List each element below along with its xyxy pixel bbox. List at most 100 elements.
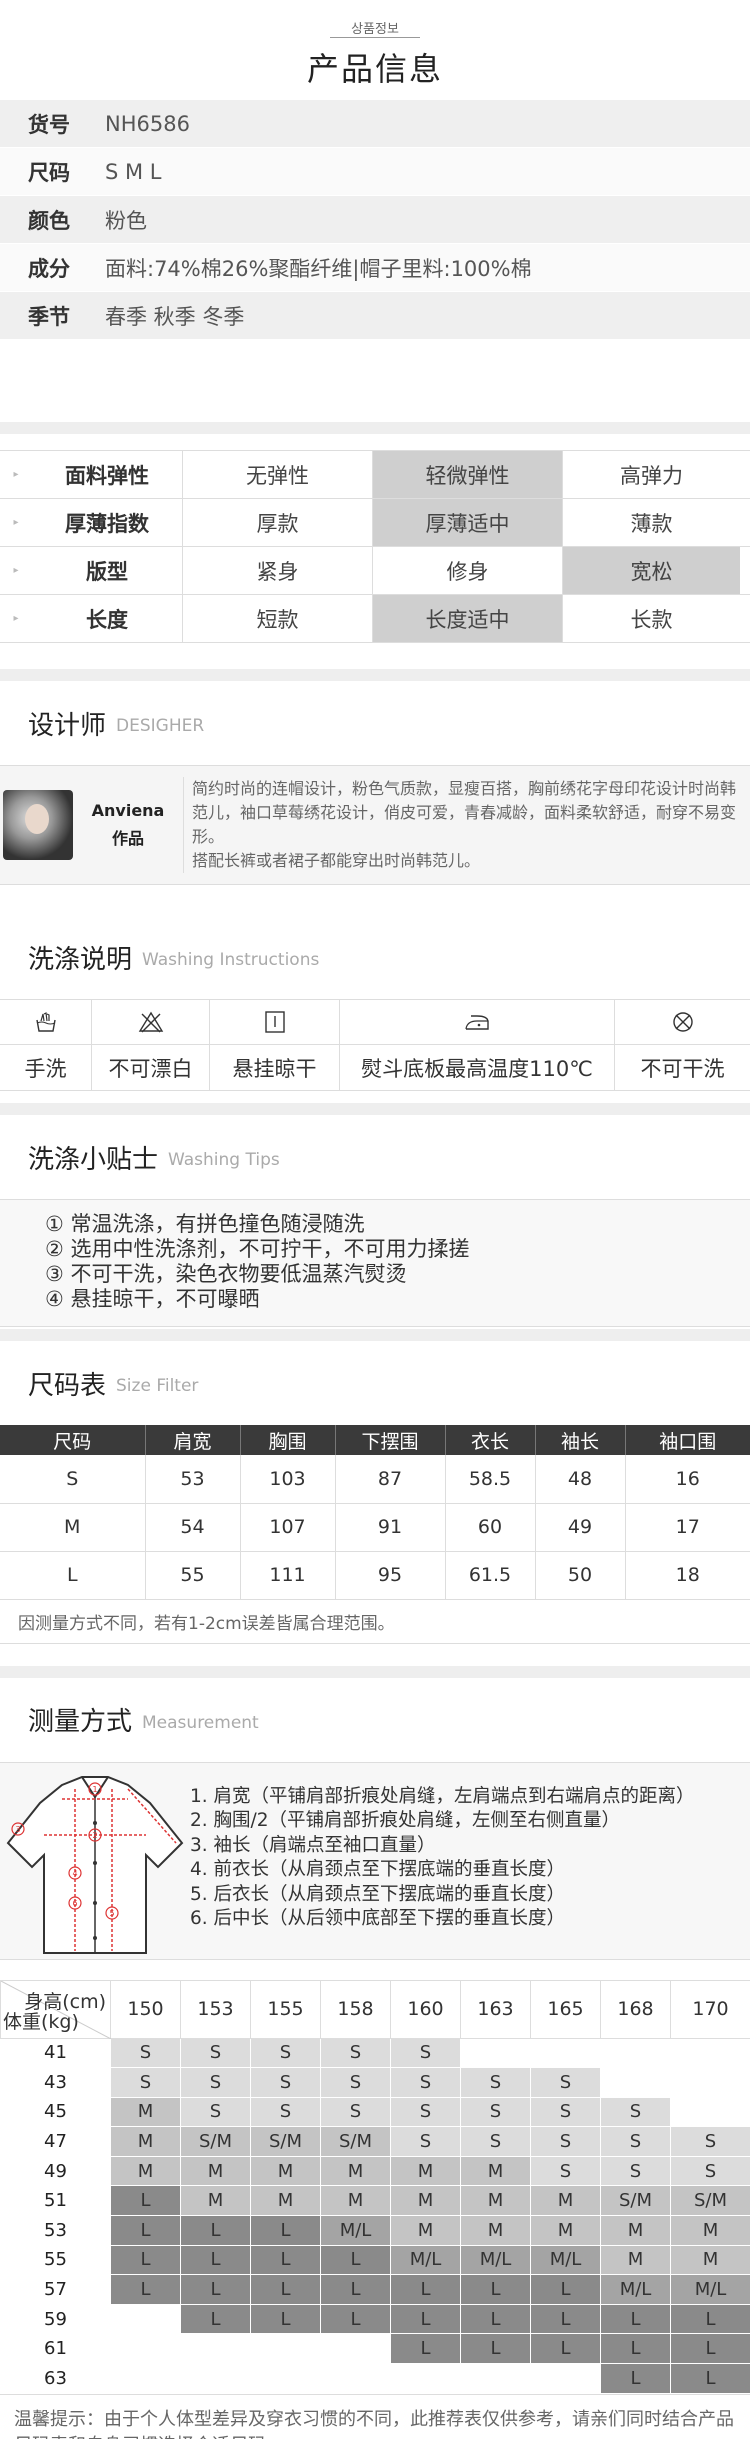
size-header-cell: 肩宽 (145, 1425, 241, 1455)
table-row: 45 M S S S S S S S (0, 2096, 750, 2128)
size-header-cell: 袖长 (535, 1425, 626, 1455)
shirt-diagram-icon: 1 3 2 4 6 5 (0, 1763, 190, 1959)
product-info-row: 货号 NH6586 (0, 100, 750, 148)
recommend-cell: M (460, 2215, 531, 2246)
height-cell: 163 (460, 1979, 531, 2039)
product-info-row: 成分 面料:74%棉26%聚酯纤维|帽子里料:100%棉 (0, 244, 750, 292)
recommend-cell (460, 2037, 531, 2069)
product-basic-info: 货号 NH6586 尺码 S M L 颜色 粉色 成分 面料:74%棉26%聚酯纤维|帽子里料… (0, 100, 750, 340)
product-info-row: 季节 春季 秋季 冬季 (0, 292, 750, 340)
tip-item: ③ 不可干洗，染色衣物要低温蒸汽熨烫 (45, 1262, 407, 1286)
size-table-header: 尺码 肩宽 胸围 下摆围 衣长 袖长 袖口围 (0, 1425, 750, 1455)
size-section-title: 尺码表 Size Filter (0, 1341, 750, 1425)
recommend-cell: S (390, 2037, 461, 2069)
recommend-cell: M/L (530, 2244, 601, 2276)
recommend-cell: S (320, 2096, 391, 2128)
weight-cell: 45 (0, 2096, 111, 2128)
recommend-cell (250, 2333, 321, 2365)
iron-icon (340, 1000, 614, 1046)
recommend-cell: L (180, 2274, 251, 2305)
size-cell: 87 (335, 1455, 446, 1504)
recommend-cell: S (600, 2096, 671, 2128)
attribute-option: 厚薄适中 (372, 499, 562, 546)
washing-item: 不可干洗 (615, 1000, 750, 1090)
size-cell: 95 (335, 1551, 446, 1600)
size-recommend-table: 身高(cm) 体重(kg) 150 153 155 158 160 163 165 168 170 4… (0, 1979, 750, 2394)
table-row: 51 L M M M M M M S/M S/M (0, 2185, 750, 2217)
table-row: 53 L L L M/L M M M M M (0, 2215, 750, 2246)
table-row: M 54 107 91 60 49 17 (0, 1503, 750, 1552)
recommend-cell: M (670, 2215, 750, 2246)
table-row: 41 S S S S S (0, 2037, 750, 2069)
recommend-cell: S (180, 2037, 251, 2069)
designer-section-title: 设计师 DESIGHER (0, 681, 750, 765)
attribute-row: ▸ 面料弹性 无弹性 轻微弹性 高弹力 (0, 451, 750, 499)
size-header-cell: 袖口围 (625, 1425, 750, 1455)
product-info-key: 季节 (28, 304, 70, 329)
recommend-cell: S (530, 2096, 601, 2128)
product-info-key: 尺码 (28, 160, 70, 185)
washing-item: 手洗 (0, 1000, 92, 1090)
attribute-option: 厚款 (182, 499, 372, 546)
header: 상품정보 产品信息 (0, 0, 750, 100)
recommend-cell: L (530, 2274, 601, 2305)
size-cell: 91 (335, 1503, 446, 1552)
recommend-cell: M (250, 2185, 321, 2217)
tip-item: ④ 悬挂晾干，不可曝晒 (45, 1287, 260, 1311)
recommend-cell: M (460, 2155, 531, 2187)
svg-text:3: 3 (15, 1825, 20, 1834)
designer-box: Anviena 作品 简约时尚的连帽设计，粉色气质款，显瘦百搭，胸前绣花字母印花… (0, 765, 750, 885)
section-title-en: Washing Instructions (142, 950, 320, 970)
recommend-cell: L (460, 2333, 531, 2365)
recommend-cell: S (670, 2126, 750, 2157)
recommend-cell: M (110, 2126, 181, 2157)
recommend-cell (600, 2067, 671, 2098)
size-cell: 49 (535, 1503, 626, 1552)
measurement-item: 5. 后衣长（从肩颈点至下摆底端的垂直长度） (190, 1883, 566, 1905)
svg-text:6: 6 (72, 1899, 77, 1908)
recommend-cell: S (250, 2037, 321, 2069)
attribute-option: 长度适中 (372, 595, 562, 642)
recommend-cell: L (670, 2303, 750, 2335)
height-cell: 160 (390, 1979, 461, 2039)
weight-cell: 43 (0, 2067, 111, 2098)
table-row: 49 M M M M M M S S S (0, 2155, 750, 2187)
recommend-cell: L (250, 2244, 321, 2276)
recommend-cell: M/L (320, 2215, 391, 2246)
recommend-cell: M (600, 2215, 671, 2246)
recommend-cell (110, 2333, 181, 2365)
recommend-cell (180, 2333, 251, 2365)
size-cell: 55 (145, 1551, 241, 1600)
triangle-icon: ▸ (13, 613, 19, 624)
recommend-cell (180, 2363, 251, 2394)
washing-label: 不可干洗 (640, 1056, 725, 1081)
recommend-cell: L (320, 2274, 391, 2305)
recommend-cell: L (250, 2303, 321, 2335)
recommend-cell: S (600, 2155, 671, 2187)
tip-item: ② 选用中性洗涤剂，不可拧干，不可用力揉搓 (45, 1237, 470, 1261)
recommend-cell: L (670, 2333, 750, 2365)
weight-cell: 51 (0, 2185, 111, 2217)
recommend-cell (390, 2363, 461, 2394)
recommend-cell: S (460, 2067, 531, 2098)
recommend-cell: M (390, 2185, 461, 2217)
triangle-icon: ▸ (13, 469, 19, 480)
size-cell: 17 (625, 1503, 750, 1552)
designer-text-1: 简约时尚的连帽设计，粉色气质款，显瘦百搭，胸前绣花字母印花设计时尚韩范儿，袖口草… (192, 779, 737, 846)
recommend-cell: L (180, 2215, 251, 2246)
washing-section-title: 洗涤说明 Washing Instructions (0, 915, 750, 999)
attribute-option: 紧身 (182, 547, 372, 594)
recommend-cell (670, 2096, 750, 2128)
product-info-key: 颜色 (28, 208, 70, 233)
recommend-cell: S (530, 2155, 601, 2187)
product-info-key: 货号 (28, 112, 70, 137)
measurement-item: 3. 袖长（肩端点至袖口直量） (190, 1834, 436, 1856)
recommend-cell: S (390, 2096, 461, 2128)
weight-cell: 41 (0, 2037, 111, 2069)
recommend-cell: S (250, 2096, 321, 2128)
attribute-option: 长款 (562, 595, 740, 642)
recommend-cell: M (530, 2185, 601, 2217)
weight-cell: 47 (0, 2126, 111, 2157)
page-title: 产品信息 (306, 50, 443, 88)
